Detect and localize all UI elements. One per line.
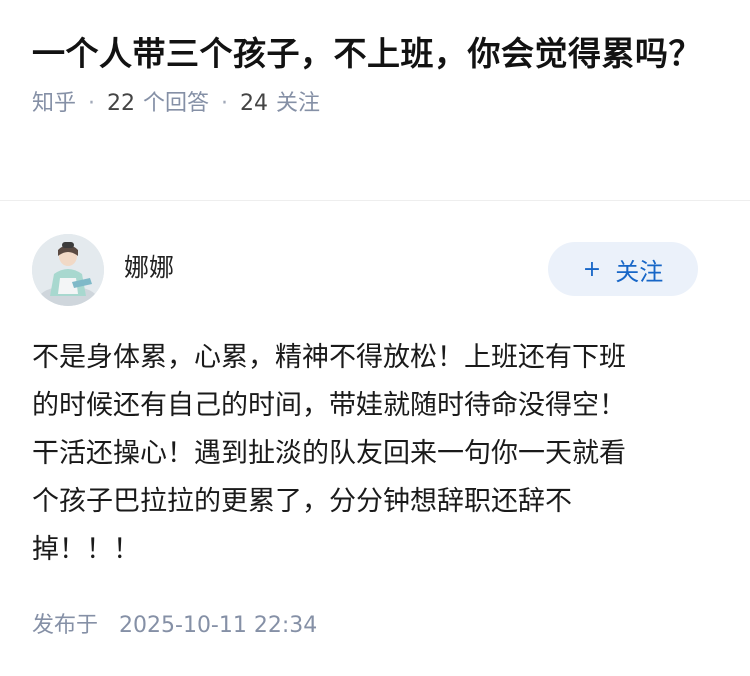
question-meta: 知乎 · 22 个回答 · 24 关注 — [32, 88, 718, 120]
answer-count-label[interactable]: 个回答 — [143, 88, 209, 120]
source-label[interactable]: 知乎 — [32, 88, 76, 120]
answer-content: 不是身体累，心累，精神不得放松！上班还有下班 的时候还有自己的时间，带娃就随时待… — [32, 342, 626, 565]
plus-icon: + — [582, 256, 602, 282]
follower-count-label[interactable]: 关注 — [276, 88, 320, 120]
author-name[interactable]: 娜娜 — [124, 252, 174, 284]
publish-label: 发布于 — [32, 613, 99, 638]
follower-count: 24 — [240, 91, 269, 116]
separator-dot: · — [88, 91, 96, 116]
separator-dot: · — [221, 91, 229, 116]
follow-button[interactable]: + 关注 — [548, 242, 698, 296]
follow-button-label: 关注 — [615, 257, 664, 286]
answer-count: 22 — [107, 91, 136, 116]
avatar[interactable] — [32, 234, 104, 306]
publish-time: 2025-10-11 22:34 — [119, 613, 318, 638]
publish-info: 发布于 2025-10-11 22:34 — [32, 610, 317, 642]
section-divider — [0, 200, 750, 201]
question-header: 一个人带三个孩子，不上班，你会觉得累吗？ 知乎 · 22 个回答 · 24 关注 — [32, 30, 718, 120]
question-title[interactable]: 一个人带三个孩子，不上班，你会觉得累吗？ — [32, 30, 718, 78]
avatar-image — [32, 234, 104, 306]
